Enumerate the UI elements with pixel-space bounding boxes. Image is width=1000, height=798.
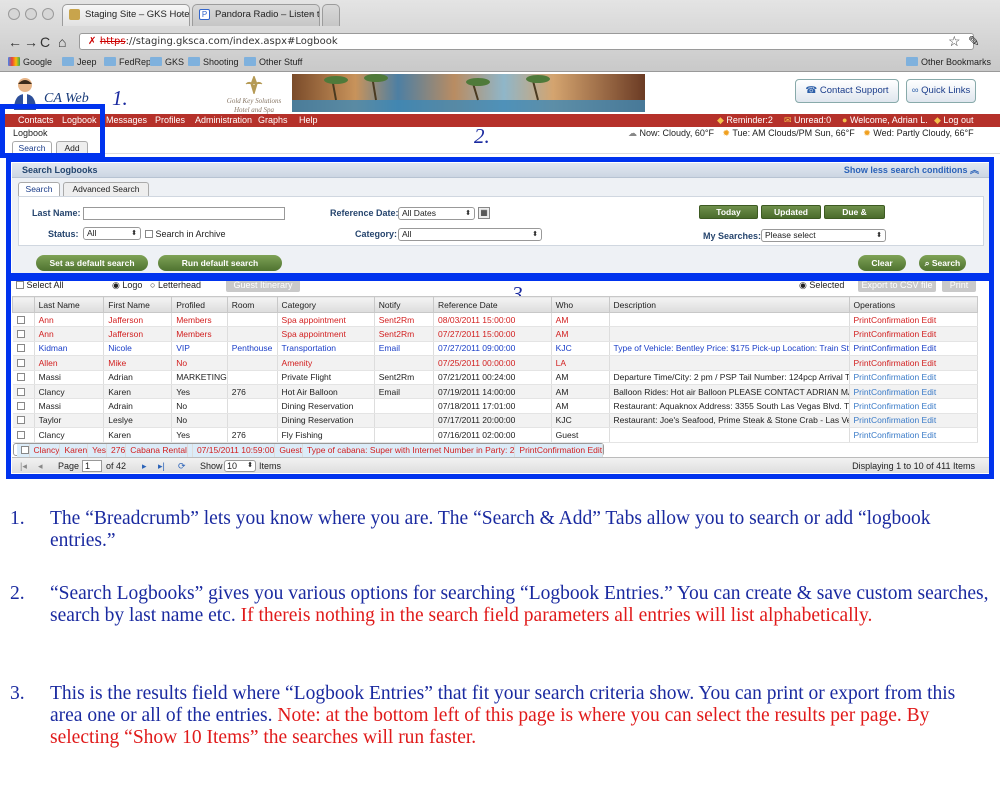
browser-tab-label: Staging Site – GKS Hotel | Lo xyxy=(85,9,190,20)
note-text-body: The “Breadcrumb” lets you know where you… xyxy=(50,508,931,551)
weather-now: Now: Cloudy, 60°F xyxy=(639,128,714,138)
bookmark-other-stuff[interactable]: Other Stuff xyxy=(244,57,302,67)
bookmark-fedrep[interactable]: FedRep xyxy=(104,57,151,67)
main-menu: Contacts Logbook Messages Profiles Admin… xyxy=(0,114,1000,127)
bookmark-jeep[interactable]: Jeep xyxy=(62,57,97,67)
gks-icon xyxy=(69,9,80,20)
close-window-icon[interactable] xyxy=(8,8,20,20)
weather-strip: ☁ Now: Cloudy, 60°F ✹ Tue: AM Clouds/PM … xyxy=(628,128,974,139)
note-text: This is the results field where “Logbook… xyxy=(50,683,990,749)
envelope-icon: ✉ xyxy=(784,115,795,125)
home-icon[interactable]: ⌂ xyxy=(58,34,66,50)
unread-label: Unread:0 xyxy=(794,115,832,125)
hotel-logo-text: Gold Key Solutions Hotel and Spa xyxy=(226,97,282,114)
bell-icon: ◆ xyxy=(717,115,727,125)
annotation-box-one xyxy=(0,104,105,158)
bookmark-label: Shooting xyxy=(203,57,239,67)
bookmark-label: Jeep xyxy=(77,57,97,67)
annotation-box-two xyxy=(6,157,994,281)
annotation-box-three xyxy=(6,273,994,479)
browser-tab-label: Pandora Radio – Listen to Fr xyxy=(215,9,320,20)
sun-icon: ✹ xyxy=(722,128,733,138)
folder-icon xyxy=(104,57,116,66)
back-icon[interactable]: ← xyxy=(8,34,22,50)
logout-link[interactable]: ◆ Log out xyxy=(934,114,973,127)
menu-administration[interactable]: Administration xyxy=(195,114,252,127)
hotel-logo: Gold Key Solutions Hotel and Spa xyxy=(222,74,286,114)
bookmark-other-bookmarks[interactable]: Other Bookmarks xyxy=(906,57,991,67)
browser-tab-pandora[interactable]: P Pandora Radio – Listen to Fr × xyxy=(192,4,320,26)
close-tab-icon[interactable]: × xyxy=(178,5,184,25)
folder-icon xyxy=(188,57,200,66)
welcome-label: Welcome, Adrian L. xyxy=(849,115,928,125)
url-scheme: https xyxy=(99,36,126,47)
bookmark-label: Google xyxy=(23,57,53,67)
welcome-user: ● Welcome, Adrian L. xyxy=(842,114,928,127)
contact-support-label: Contact Support xyxy=(819,85,889,96)
bookmark-label: Other Bookmarks xyxy=(921,57,992,67)
menu-profiles[interactable]: Profiles xyxy=(155,114,185,127)
sun-icon: ✹ xyxy=(863,128,874,138)
bookmark-label: FedRep xyxy=(119,57,152,67)
weather-wed: Wed: Partly Cloudy, 66°F xyxy=(873,128,974,138)
bookmark-shooting[interactable]: Shooting xyxy=(188,57,239,67)
key-icon: ◆ xyxy=(934,115,944,125)
note-text: “Search Logbooks” gives you various opti… xyxy=(50,583,990,627)
quick-links-label: Quick Links xyxy=(921,85,971,96)
reminder-link[interactable]: ◆ Reminder:2 xyxy=(717,114,773,127)
phone-icon: ☎ xyxy=(805,85,820,96)
folder-icon xyxy=(244,57,256,66)
folder-icon xyxy=(150,57,162,66)
annotation-two: 2. xyxy=(474,124,490,148)
menu-help[interactable]: Help xyxy=(299,114,318,127)
wrench-icon[interactable]: ✎ xyxy=(968,33,980,50)
folder-icon xyxy=(62,57,74,66)
fleur-icon xyxy=(245,74,263,96)
user-icon: ● xyxy=(842,115,850,125)
bookmark-label: Other Stuff xyxy=(259,57,303,67)
note-text-red: If thereis nothing in the search field p… xyxy=(240,605,873,626)
zoom-window-icon[interactable] xyxy=(42,8,54,20)
hotel-banner-image xyxy=(292,74,645,112)
close-tab-icon[interactable]: × xyxy=(308,5,314,25)
link-icon: ∞ xyxy=(911,85,922,96)
cloud-icon: ☁ xyxy=(628,128,640,138)
folder-icon xyxy=(906,57,918,66)
note-number: 2. xyxy=(10,583,25,604)
bookmark-label: GKS xyxy=(165,57,185,67)
contact-support-button[interactable]: ☎ Contact Support xyxy=(795,79,899,103)
pandora-icon: P xyxy=(199,9,210,20)
forward-icon[interactable]: → xyxy=(24,34,38,50)
quick-links-button[interactable]: ∞ Quick Links xyxy=(906,79,976,103)
address-bar[interactable]: ✗ https://staging.gksca.com/index.aspx#L… xyxy=(79,33,974,50)
menu-graphs[interactable]: Graphs xyxy=(258,114,288,127)
note-number: 1. xyxy=(10,508,25,529)
bookmark-google[interactable]: Google xyxy=(8,57,52,67)
note-text: The “Breadcrumb” lets you know where you… xyxy=(50,508,990,552)
menu-messages[interactable]: Messages xyxy=(106,114,147,127)
browser-tab-staging[interactable]: Staging Site – GKS Hotel | Lo × xyxy=(62,4,190,26)
url-path: ://staging.gksca.com/index.aspx#Logbook xyxy=(125,36,338,47)
weather-tue: Tue: AM Clouds/PM Sun, 66°F xyxy=(732,128,855,138)
annotation-one: 1. xyxy=(112,86,128,110)
reminder-label: Reminder:2 xyxy=(726,115,773,125)
star-icon[interactable]: ☆ xyxy=(948,33,961,50)
banner-art xyxy=(292,74,645,112)
reload-icon[interactable]: C xyxy=(40,34,50,50)
note-number: 3. xyxy=(10,683,25,704)
bookmark-gks[interactable]: GKS xyxy=(150,57,184,67)
logout-label: Log out xyxy=(943,115,974,125)
bookmarks-bar: Google Jeep FedRep GKS Shooting Other St… xyxy=(0,54,1000,71)
insecure-lock-icon: ✗ xyxy=(88,36,100,47)
unread-link[interactable]: ✉ Unread:0 xyxy=(784,114,831,127)
new-tab-button[interactable] xyxy=(322,4,340,26)
minimize-window-icon[interactable] xyxy=(25,8,37,20)
google-icon xyxy=(8,57,20,66)
